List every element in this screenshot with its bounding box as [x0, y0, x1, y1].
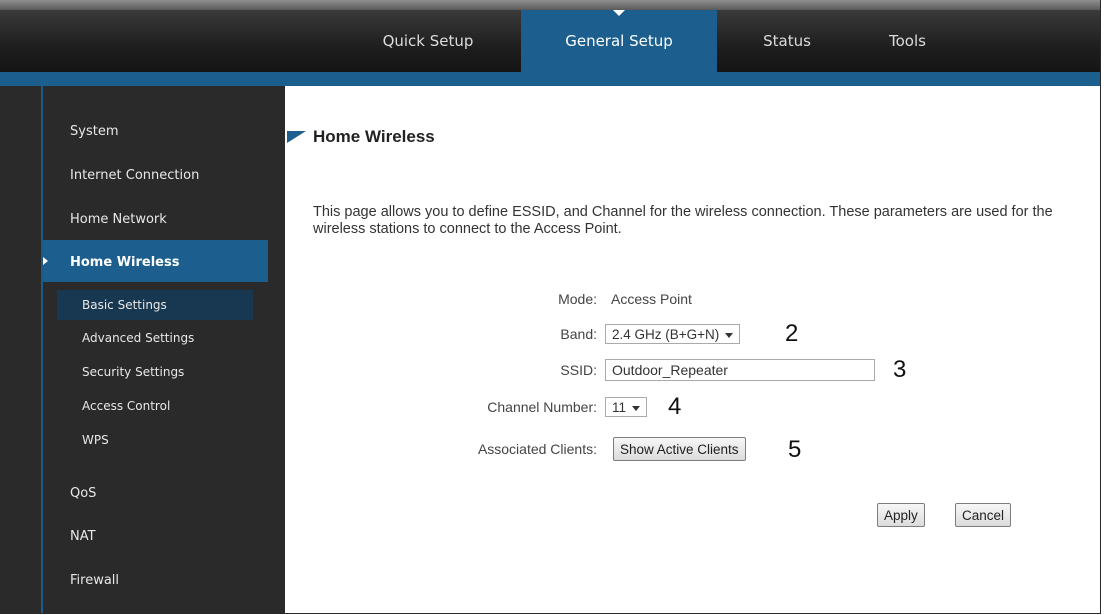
app-frame: Quick Setup General Setup Status Tools S… — [0, 0, 1101, 614]
active-tab-indicator-icon — [613, 10, 625, 16]
tab-general-setup-label: General Setup — [565, 32, 673, 50]
apply-button[interactable]: Apply — [877, 503, 925, 527]
mode-label: Mode: — [558, 291, 597, 307]
cancel-button[interactable]: Cancel — [955, 503, 1012, 527]
sidebar-subitem-advanced-settings[interactable]: Advanced Settings — [82, 331, 194, 345]
associated-clients-label: Associated Clients: — [477, 441, 597, 457]
top-nav: Quick Setup General Setup Status Tools — [0, 10, 1100, 72]
page-description: This page allows you to define ESSID, an… — [313, 204, 1053, 237]
sidebar-item-internet-connection[interactable]: Internet Connection — [70, 168, 199, 183]
sidebar-item-system[interactable]: System — [70, 124, 118, 139]
sidebar-item-qos[interactable]: QoS — [70, 486, 96, 501]
tab-status[interactable]: Status — [737, 10, 837, 72]
callout-marker-5: 5 — [788, 436, 802, 463]
show-active-clients-button[interactable]: Show Active Clients — [613, 437, 746, 461]
callout-marker-2: 2 — [785, 320, 799, 347]
callout-marker-4: 4 — [668, 393, 682, 420]
sidebar: System Internet Connection Home Network … — [0, 86, 285, 613]
sidebar-active-arrow-icon — [43, 257, 48, 265]
mode-value: Access Point — [611, 291, 692, 307]
callout-marker-3: 3 — [893, 356, 907, 383]
ssid-input[interactable] — [605, 359, 875, 381]
sidebar-guide-line — [41, 86, 43, 613]
sidebar-subitem-basic-settings[interactable]: Basic Settings — [82, 298, 167, 312]
sidebar-item-home-wireless[interactable]: Home Wireless — [70, 255, 179, 270]
chevron-down-icon — [632, 405, 641, 411]
band-label: Band: — [560, 326, 597, 342]
sidebar-item-nat[interactable]: NAT — [70, 529, 96, 544]
title-triangle-icon — [287, 131, 306, 143]
channel-number-label: Channel Number: — [487, 399, 597, 415]
chevron-down-icon — [725, 332, 734, 338]
band-select[interactable]: 2.4 GHz (B+G+N) — [605, 324, 741, 344]
top-band — [0, 0, 1100, 10]
tab-general-setup[interactable]: General Setup — [521, 10, 717, 72]
band-select-value: 2.4 GHz (B+G+N) — [612, 327, 720, 342]
tab-quick-setup[interactable]: Quick Setup — [365, 10, 491, 72]
ssid-label: SSID: — [560, 362, 597, 378]
tab-tools[interactable]: Tools — [865, 10, 950, 72]
sidebar-subitem-security-settings[interactable]: Security Settings — [82, 365, 184, 379]
sidebar-subitem-access-control[interactable]: Access Control — [82, 399, 170, 413]
nav-accent-bar — [0, 72, 1100, 86]
page-title: Home Wireless — [313, 127, 435, 146]
sidebar-item-firewall[interactable]: Firewall — [70, 573, 119, 588]
main-content: Home Wireless This page allows you to de… — [285, 86, 1100, 613]
sidebar-subitem-wps[interactable]: WPS — [82, 433, 109, 447]
channel-number-select[interactable]: 11 — [605, 397, 648, 417]
channel-number-select-value: 11 — [612, 400, 627, 415]
sidebar-item-home-network[interactable]: Home Network — [70, 212, 167, 227]
